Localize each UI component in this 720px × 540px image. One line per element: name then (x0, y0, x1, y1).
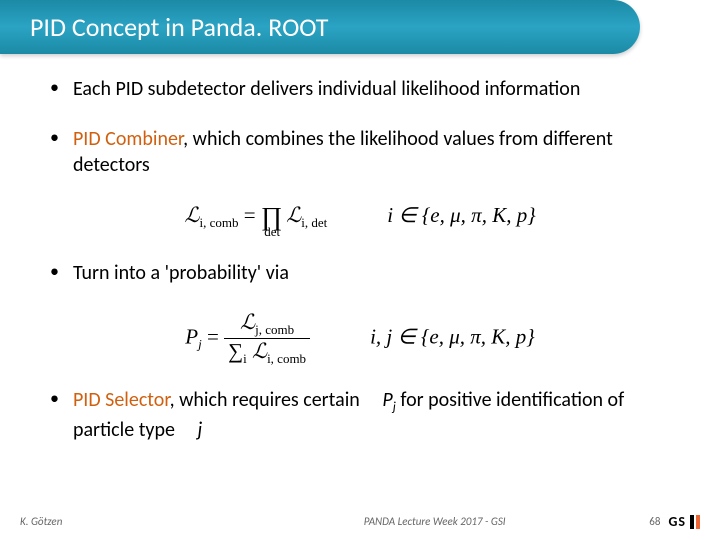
bullet-4: • PID Selector, which requires certain P… (50, 387, 670, 443)
formula-2: Pj = ℒj, comb∑i ℒi, combi, j ∈ {e, μ, π,… (50, 310, 670, 367)
bullet-2: • PID Combiner, which combines the likel… (50, 126, 670, 178)
bullet-mark: • (50, 76, 59, 99)
bullet-text: Turn into a 'probability' via (73, 260, 289, 286)
title-bar: PID Concept in Panda. ROOT (0, 0, 640, 54)
bullet-mark: • (50, 126, 59, 149)
slide-footer: K. Götzen PANDA Lecture Week 2017 - GSI … (0, 513, 720, 530)
slide-body: • Each PID subdetector delivers individu… (0, 54, 720, 443)
formula-1: ℒi, comb = ∏detℒi, deti ∈ {e, μ, π, K, p… (50, 202, 670, 240)
gsi-logo: GS (668, 513, 700, 530)
bullet-3: • Turn into a 'probability' via (50, 260, 670, 286)
highlight: PID Selector (73, 388, 170, 412)
bullet-mark: • (50, 387, 59, 410)
footer-title: PANDA Lecture Week 2017 - GSI (220, 515, 649, 528)
bullet-text: PID Combiner, which combines the likelih… (73, 126, 670, 178)
bullet-mark: • (50, 260, 59, 283)
slide-title: PID Concept in Panda. ROOT (30, 11, 328, 43)
bullet-1: • Each PID subdetector delivers individu… (50, 76, 670, 102)
slide-number: 68 (649, 515, 660, 528)
footer-author: K. Götzen (20, 515, 220, 528)
bullet-text: PID Selector, which requires certain Pj … (73, 387, 670, 443)
highlight: PID Combiner (73, 127, 183, 151)
bullet-text: Each PID subdetector delivers individual… (73, 76, 580, 102)
